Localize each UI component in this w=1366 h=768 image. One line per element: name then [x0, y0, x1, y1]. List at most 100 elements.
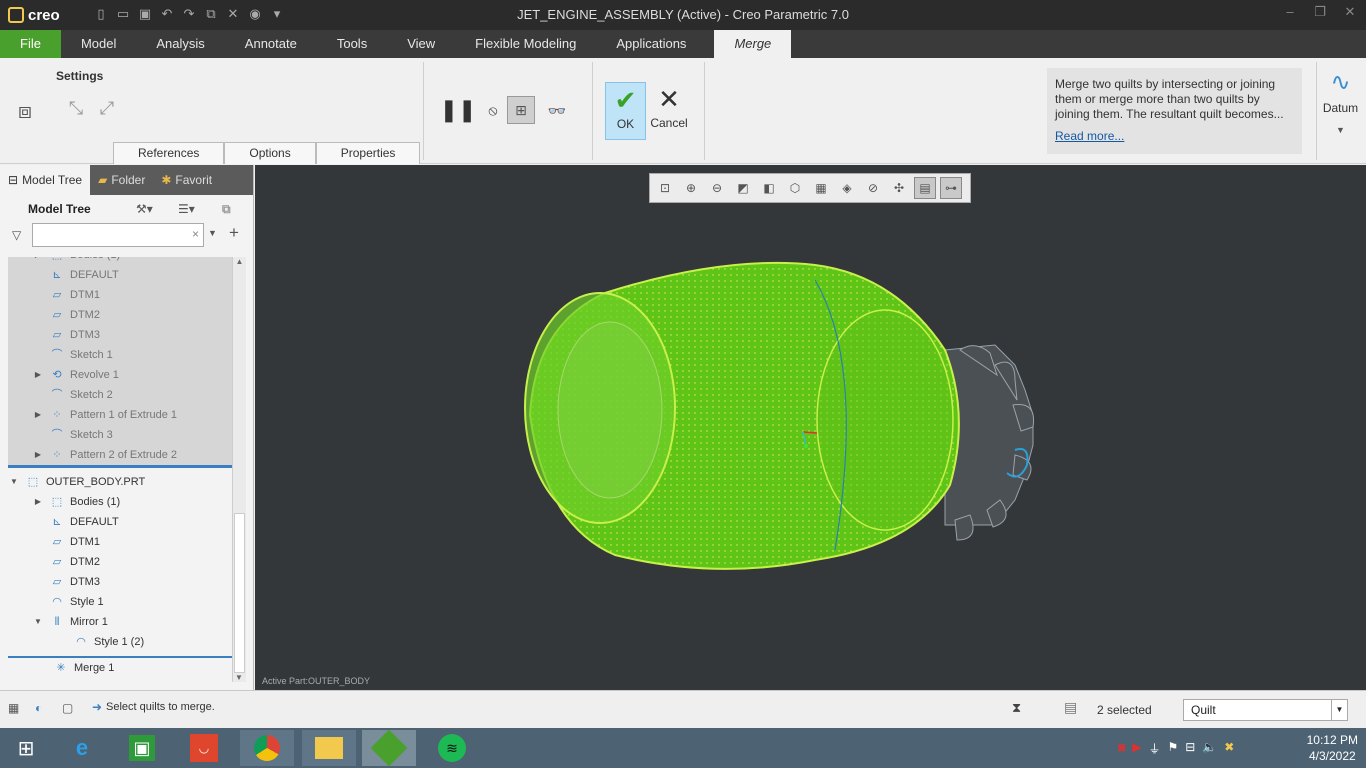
solidworks-tray-icon[interactable]: ◙ — [1118, 740, 1125, 757]
tree-node[interactable]: ▶ ⁘ Pattern 2 of Extrude 2 — [8, 445, 232, 465]
windows-start-icon[interactable]: ⊞ — [4, 730, 48, 766]
tree-node[interactable]: ◠ Style 1 — [8, 592, 232, 612]
tab-analysis[interactable]: Analysis — [136, 30, 224, 58]
tree-node[interactable]: ▱ DTM2 — [8, 305, 232, 325]
tab-tools[interactable]: Tools — [317, 30, 387, 58]
scroll-up-icon[interactable]: ▲ — [233, 257, 246, 266]
tree-node[interactable]: ⊾ DEFAULT — [8, 265, 232, 285]
fullscreen-icon[interactable]: ▢ — [62, 701, 73, 715]
expand-icon[interactable]: ▶ — [32, 365, 44, 385]
clock[interactable]: 10:12 PM 4/3/2022 — [1307, 732, 1358, 764]
tree-node[interactable]: ▶ ⬚ Bodies (1) — [8, 492, 232, 512]
tab-file[interactable]: File — [0, 30, 61, 58]
tree-node[interactable]: ▱ DTM1 — [8, 285, 232, 305]
settings-tools-icon[interactable]: ⚒▾ — [136, 202, 153, 216]
tree-node-label: DTM3 — [70, 576, 100, 588]
no-preview-icon[interactable]: ⦸ — [483, 100, 503, 120]
tree-search-input[interactable]: × — [32, 223, 204, 247]
scroll-down-icon[interactable]: ▼ — [233, 673, 245, 682]
expand-icon[interactable]: ▶ — [32, 445, 44, 465]
selection-list-icon[interactable]: ▤ — [1064, 699, 1077, 716]
network-tray-icon[interactable]: ⊟ — [1185, 740, 1195, 757]
tab-folder[interactable]: ▰ Folder — [90, 165, 153, 195]
read-more-link[interactable]: Read more... — [1055, 129, 1294, 144]
cancel-button[interactable]: ✕ Cancel — [648, 82, 690, 140]
datum-button[interactable]: ∿ Datum ▼ — [1316, 62, 1364, 160]
expand-icon[interactable]: ▼ — [32, 612, 44, 632]
jet-engine-model[interactable] — [255, 165, 1366, 690]
tree-node[interactable]: ▶ ⁘ Pattern 1 of Extrude 1 — [8, 405, 232, 425]
store-icon[interactable]: ▣ — [120, 730, 164, 766]
flag-tray-icon[interactable]: ⚑ — [1168, 740, 1179, 757]
tree-node[interactable]: ⌒ Sketch 1 — [8, 345, 232, 365]
subtab-references[interactable]: References — [113, 142, 225, 164]
bodies-icon: ⬚ — [49, 257, 65, 262]
tree-node-part[interactable]: ▼ ⬚ OUTER_BODY.PRT — [8, 472, 232, 492]
find-icon[interactable]: ⧗ — [1012, 700, 1021, 716]
settings-label: Settings — [56, 69, 104, 83]
tab-favorites-label: Favorit — [175, 173, 213, 187]
close-icon[interactable]: ✕ — [1340, 4, 1360, 20]
ok-button[interactable]: ✔ OK — [605, 82, 646, 140]
creo-taskbar-icon[interactable] — [362, 729, 416, 767]
spotify-icon[interactable]: ≋ — [430, 730, 474, 766]
selection-filter-value: Quilt — [1191, 703, 1216, 717]
collapse-icon[interactable]: ▼ — [8, 472, 20, 492]
internet-explorer-icon[interactable]: e — [60, 730, 104, 766]
tab-view[interactable]: View — [387, 30, 455, 58]
tree-node[interactable]: ▶ ⬚ Bodies (1) — [8, 257, 232, 265]
search-dropdown-icon[interactable]: ▼ — [208, 228, 217, 238]
layout-icon[interactable]: ▦ — [8, 701, 19, 715]
tree-node[interactable]: ▼ ⫴ Mirror 1 — [8, 612, 232, 632]
tree-node[interactable]: ▱ DTM3 — [8, 325, 232, 345]
tree-node[interactable]: ▶ ⟲ Revolve 1 — [8, 365, 232, 385]
tab-model[interactable]: Model — [61, 30, 136, 58]
clear-search-icon[interactable]: × — [192, 227, 199, 241]
warning-tray-icon[interactable]: ✖ — [1224, 740, 1234, 757]
tree-node[interactable]: ⌒ Sketch 3 — [8, 425, 232, 445]
volume-icon[interactable]: 🔈 — [1202, 740, 1217, 757]
tab-flexible-modeling[interactable]: Flexible Modeling — [455, 30, 596, 58]
file-explorer-icon[interactable] — [302, 730, 356, 766]
change-direction-2-icon[interactable]: ⤢ — [95, 96, 119, 120]
tree-node[interactable]: ◠ Style 1 (2) — [8, 632, 232, 652]
selection-filter-select[interactable]: Quilt ▼ — [1183, 699, 1348, 721]
revolve-icon: ⟲ — [52, 369, 62, 381]
subtab-options[interactable]: Options — [224, 142, 316, 164]
tab-annotate[interactable]: Annotate — [225, 30, 317, 58]
scroll-thumb[interactable] — [234, 513, 245, 673]
tree-node-merge[interactable]: ✳ Merge 1 — [8, 658, 232, 678]
browser-icon[interactable]: ◐ — [35, 701, 42, 715]
usb-tray-icon[interactable]: ⏚ — [1148, 740, 1160, 757]
divider — [704, 62, 705, 160]
tab-model-tree[interactable]: ⊟ Model Tree — [0, 165, 91, 195]
chrome-icon[interactable] — [240, 730, 294, 766]
part-tree-section: ▶ ⬚ Bodies (1) ⊾ DEFAULT ▱ DTM1 ▱ DTM2 ▱ DTM3 ◠ Styl… — [8, 492, 232, 652]
subtab-properties[interactable]: Properties — [315, 142, 421, 164]
attached-preview-icon[interactable]: ⊞ — [507, 96, 535, 124]
tree-node[interactable]: ⌒ Sketch 2 — [8, 385, 232, 405]
expand-icon[interactable]: ▶ — [32, 492, 44, 512]
tab-favorites[interactable]: ✱ Favorit — [153, 165, 220, 195]
pause-icon[interactable]: ❚❚ — [440, 96, 477, 124]
tree-node[interactable]: ▱ DTM1 — [8, 532, 232, 552]
visibility-icon[interactable]: ⧉ — [222, 202, 231, 217]
change-direction-1-icon[interactable]: ⤡ — [64, 96, 88, 120]
graphics-window[interactable]: ⊡ ⊕ ⊖ ◩ ◧ ⬡ ▦ ◈ ⊘ ✣ ▤ ⊶ Active Part:OUTE… — [255, 165, 1366, 690]
verify-glasses-icon[interactable]: 👓 — [543, 98, 571, 124]
expand-icon[interactable]: ▶ — [32, 405, 44, 425]
minimize-icon[interactable]: – — [1280, 4, 1300, 20]
restore-icon[interactable]: ❐ — [1310, 4, 1330, 20]
tree-node[interactable]: ▱ DTM2 — [8, 552, 232, 572]
add-icon[interactable]: + — [229, 223, 239, 243]
expand-icon[interactable]: ▶ — [32, 257, 44, 265]
tab-merge[interactable]: Merge — [714, 30, 792, 58]
tree-node[interactable]: ⊾ DEFAULT — [8, 512, 232, 532]
show-icon[interactable]: ☰▾ — [178, 202, 195, 216]
tab-applications[interactable]: Applications — [596, 30, 706, 58]
tree-node[interactable]: ▱ DTM3 — [8, 572, 232, 592]
plane-icon: ▱ — [52, 289, 62, 301]
tree-scrollbar[interactable]: ▲ ▼ — [232, 257, 246, 682]
music-app-icon[interactable]: ◡ — [182, 730, 226, 766]
video-tray-icon[interactable]: ▶ — [1132, 740, 1141, 757]
